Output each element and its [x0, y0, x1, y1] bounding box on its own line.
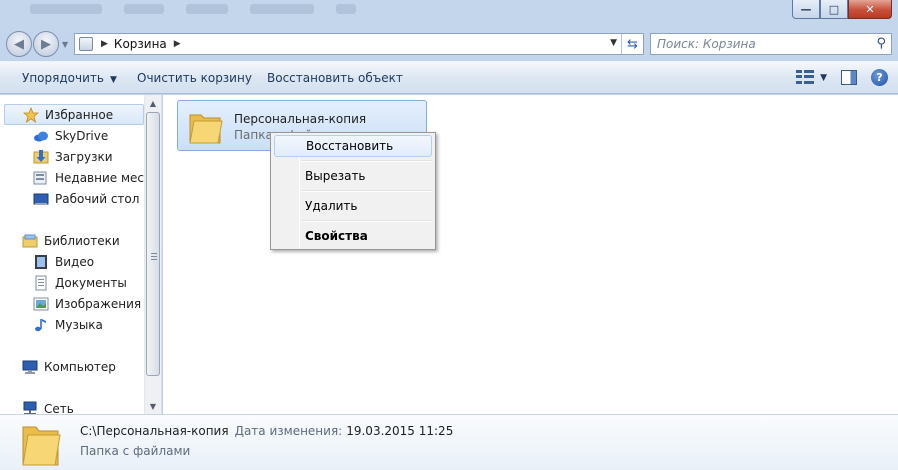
scroll-up-icon[interactable]: ▲	[145, 95, 161, 111]
sidebar-item-label: Библиотеки	[44, 233, 120, 248]
restore-item-button[interactable]: Восстановить объект	[267, 71, 403, 85]
sidebar-item-label: Компьютер	[44, 359, 116, 374]
sidebar-item-label: Загрузки	[55, 149, 113, 164]
empty-recycle-bin-button[interactable]: Очистить корзину	[137, 71, 252, 85]
menu-item-properties[interactable]: Свойства	[274, 225, 432, 247]
folder-icon	[22, 426, 61, 466]
details-path: C:\Персональная-копия Дата изменения: 19.0…	[80, 424, 453, 438]
desktop-icon	[33, 193, 49, 205]
chevron-right-icon[interactable]: ▶	[174, 39, 181, 49]
sidebar-item-video[interactable]: Видео	[0, 251, 144, 272]
help-icon: ?	[876, 71, 883, 84]
explorer-window: — □ ✕ ◀ ▶ ▼ ▶ Корзина ▶ ▼ ⇆ Поиск: Корзи…	[0, 0, 898, 470]
cloud-icon	[34, 131, 48, 141]
documents-icon	[35, 275, 47, 290]
sidebar-item-label: Избранное	[45, 107, 114, 122]
organize-label: Упорядочить	[22, 71, 104, 85]
context-menu: Восстановить Вырезать Удалить Свойства	[270, 132, 436, 250]
minimize-button[interactable]: —	[792, 0, 820, 19]
chevron-down-icon: ▼	[109, 75, 117, 85]
breadcrumb-recycle-bin[interactable]: Корзина	[114, 37, 167, 51]
sidebar-item-label: Недавние места	[55, 170, 144, 185]
sidebar-item-libraries[interactable]: Библиотеки	[0, 230, 144, 251]
preview-pane-button[interactable]	[841, 70, 857, 85]
address-row: ◀ ▶ ▼ ▶ Корзина ▶ ▼ ⇆ Поиск: Корзина ⚲	[0, 28, 898, 60]
navigation-scrollbar[interactable]: ▲ ▼	[144, 95, 161, 414]
sidebar-item-label: Изображения	[55, 296, 142, 311]
item-name: Персональная-копия	[234, 112, 367, 126]
menu-item-delete[interactable]: Удалить	[274, 195, 432, 217]
sidebar-item-computer[interactable]: Компьютер	[0, 356, 144, 377]
star-icon	[23, 106, 39, 123]
help-button[interactable]: ?	[871, 69, 888, 86]
organize-button[interactable]: Упорядочить ▼	[22, 71, 117, 85]
sidebar-item-recent-places[interactable]: Недавние места	[0, 167, 144, 188]
forward-button[interactable]: ▶	[33, 31, 59, 57]
sidebar-item-label: SkyDrive	[55, 128, 109, 143]
chevron-right-icon[interactable]: ▶	[101, 39, 108, 49]
refresh-icon: ⇆	[627, 36, 638, 52]
maximize-button[interactable]: □	[820, 0, 848, 19]
ghost-menu-bar	[30, 4, 356, 14]
details-pane: C:\Персональная-копия Дата изменения: 19.0…	[0, 414, 898, 470]
command-bar: Упорядочить ▼ Очистить корзину Восстанови…	[0, 61, 898, 94]
menu-item-restore[interactable]: Восстановить	[274, 135, 432, 157]
sidebar-item-pictures[interactable]: Изображения	[0, 293, 144, 314]
downloads-icon	[33, 149, 49, 163]
caption-buttons: — □ ✕	[792, 0, 892, 19]
libraries-icon	[22, 234, 38, 247]
sidebar-item-label: Музыка	[55, 317, 103, 332]
video-icon	[35, 254, 47, 269]
music-icon	[35, 318, 46, 331]
sidebar-item-downloads[interactable]: Загрузки	[0, 146, 144, 167]
close-button[interactable]: ✕	[848, 0, 892, 19]
arrow-right-icon: ▶	[41, 36, 51, 52]
recycle-bin-icon	[79, 37, 93, 51]
sidebar-item-favorites[interactable]: Избранное	[4, 104, 144, 125]
sidebar-item-label: Рабочий стол	[55, 191, 140, 206]
sidebar-item-label: Документы	[55, 275, 127, 290]
recent-pages-dropdown[interactable]: ▼	[62, 40, 68, 49]
back-button[interactable]: ◀	[6, 31, 32, 57]
recent-places-icon	[33, 171, 47, 184]
menu-item-cut[interactable]: Вырезать	[274, 165, 432, 187]
details-path-value: C:\Персональная-копия	[80, 424, 229, 438]
address-bar[interactable]: ▶ Корзина ▶ ▼ ⇆	[74, 33, 644, 55]
scroll-thumb[interactable]	[146, 112, 160, 376]
computer-icon	[22, 360, 38, 374]
sidebar-item-desktop[interactable]: Рабочий стол	[0, 188, 144, 209]
modified-label: Дата изменения:	[234, 424, 343, 438]
view-controls: ▼ ?	[796, 69, 888, 86]
sidebar-item-label: Видео	[55, 254, 95, 269]
title-bar: — □ ✕	[0, 0, 898, 26]
arrow-left-icon: ◀	[14, 36, 24, 52]
sidebar-item-skydrive[interactable]: SkyDrive	[0, 125, 144, 146]
pictures-icon	[33, 297, 49, 310]
search-input[interactable]: Поиск: Корзина ⚲	[650, 33, 892, 55]
scroll-down-icon[interactable]: ▼	[145, 398, 161, 414]
details-type: Папка с файлами	[80, 444, 191, 458]
search-icon[interactable]: ⚲	[876, 36, 886, 51]
navigation-pane: Избранное SkyDrive Загрузки Недавние мес…	[0, 95, 162, 416]
change-view-button[interactable]	[796, 69, 815, 86]
search-placeholder: Поиск: Корзина	[657, 37, 756, 51]
view-dropdown-icon[interactable]: ▼	[820, 73, 827, 83]
modified-value: 19.03.2015 11:25	[346, 424, 454, 438]
folder-icon	[189, 114, 223, 144]
address-dropdown-icon[interactable]: ▼	[610, 38, 617, 48]
refresh-button[interactable]: ⇆	[621, 34, 643, 54]
sidebar-item-documents[interactable]: Документы	[0, 272, 144, 293]
sidebar-item-music[interactable]: Музыка	[0, 314, 144, 335]
